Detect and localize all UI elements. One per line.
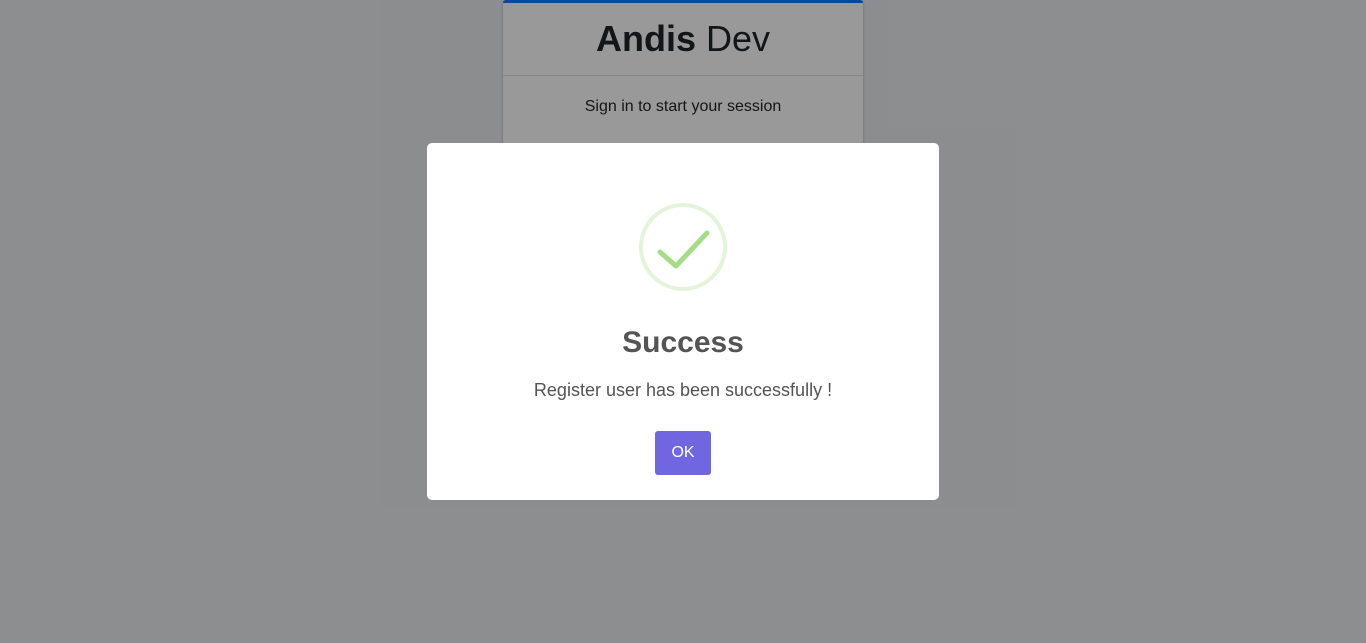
success-dialog: Success Register user has been successfu… xyxy=(427,143,939,500)
ok-button[interactable]: OK xyxy=(655,431,711,475)
success-check-icon xyxy=(639,203,727,291)
dialog-title: Success xyxy=(622,326,744,359)
dialog-message: Register user has been successfully ! xyxy=(533,380,833,400)
